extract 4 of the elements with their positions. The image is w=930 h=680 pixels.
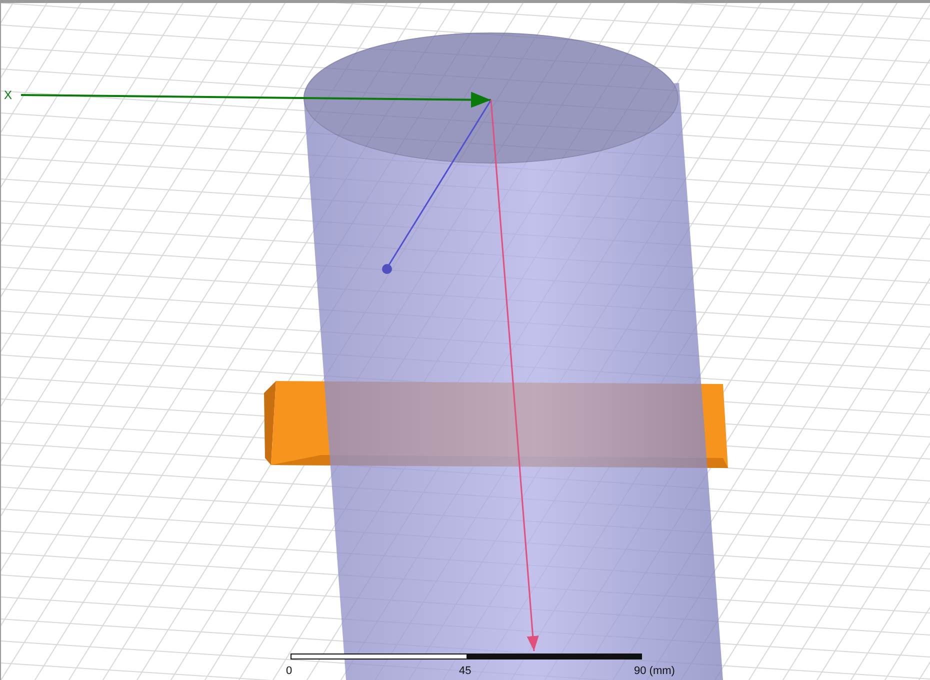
scale-label: 45: [459, 665, 472, 677]
scale-label: 90 (mm): [634, 665, 675, 677]
scale-label: 0: [286, 665, 292, 677]
axis-label: X: [4, 88, 12, 102]
